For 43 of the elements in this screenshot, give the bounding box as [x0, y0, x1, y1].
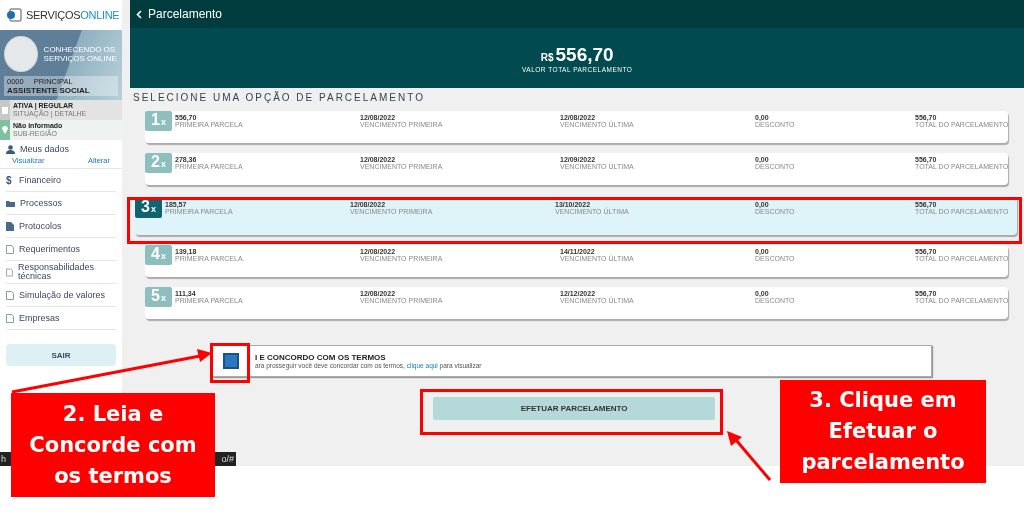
menu-label: Meus dados	[20, 144, 70, 154]
installment-badge: 5x	[145, 287, 172, 307]
profile-role: ASSISTENTE SOCIAL	[7, 86, 91, 95]
document-icon	[6, 290, 14, 300]
installment-badge: 2x	[145, 153, 172, 173]
section-title: SELECIONE UMA OPÇÃO DE PARCELAMENTO	[133, 92, 426, 103]
url-text: o/#	[221, 454, 234, 464]
highlight-frame	[210, 343, 250, 383]
terms-title: I E CONCORDO COM OS TERMOS	[255, 353, 387, 362]
annotation-callout: 2. Leia e Concorde com os termos	[11, 393, 215, 497]
profile-name: CONHECENDO OS SERVIÇOS ONLINE	[43, 45, 118, 63]
document-icon	[6, 267, 14, 277]
menu-item[interactable]: Financeiro	[19, 175, 62, 185]
badge-icon	[0, 100, 10, 120]
installment-badge: 4x	[145, 245, 172, 265]
document-icon	[6, 244, 14, 254]
total-amount: 556,70	[555, 43, 614, 66]
document-icon	[6, 221, 14, 231]
dollar-icon: $	[6, 175, 14, 185]
logout-button[interactable]: SAIR	[6, 344, 116, 366]
menu-item[interactable]: Protocolos	[19, 221, 62, 231]
menu-item[interactable]: Empresas	[19, 313, 60, 323]
folder-icon	[6, 199, 15, 207]
terms-checkbox[interactable]	[223, 353, 239, 369]
back-icon[interactable]	[136, 9, 142, 19]
document-icon	[6, 313, 14, 323]
logo-icon	[6, 8, 22, 22]
logo-text: ONLINE	[80, 9, 120, 21]
page-title: Parcelamento	[148, 7, 223, 21]
menu-item[interactable]: Responsabilidades técnicas	[18, 263, 116, 281]
annotation-arrow	[727, 431, 772, 481]
annotation-callout: 3. Clique em Efetuar o parcelamento	[780, 380, 986, 483]
currency-label: R$	[540, 51, 554, 63]
url-text: h	[1, 454, 6, 464]
menu-item[interactable]: Requerimentos	[19, 244, 81, 254]
installment-badge: 1x	[145, 111, 172, 131]
menu-item[interactable]: Processos	[20, 198, 63, 208]
avatar-placeholder	[4, 36, 38, 72]
person-icon	[6, 144, 15, 154]
logo-text: SERVIÇOS	[26, 9, 81, 21]
submit-button[interactable]: EFETUAR PARCELAMENTO	[433, 397, 716, 420]
installment-badge: 3x	[135, 198, 162, 218]
menu-item[interactable]: Simulação de valores	[19, 290, 106, 300]
